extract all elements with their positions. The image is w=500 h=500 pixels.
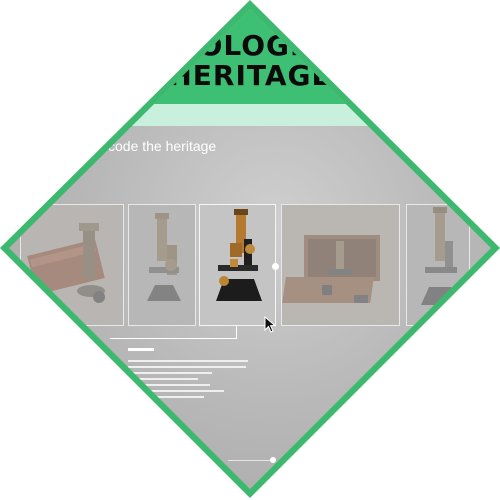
app-viewport: OLOGI HERITAGE code the heritage — [9, 9, 491, 489]
page-title-line2: HERITAGE — [168, 59, 332, 92]
selection-handle[interactable] — [272, 263, 279, 270]
page-title-line1: OLOGI — [198, 29, 302, 62]
section-subtitle: code the heritage — [108, 138, 217, 154]
mouse-cursor-icon — [264, 316, 277, 333]
microscope-case-icon — [282, 235, 380, 303]
brass-microscope-icon — [147, 213, 181, 301]
connector-line — [236, 326, 237, 338]
header: OLOGI HERITAGE — [9, 9, 491, 104]
carousel-item-1[interactable] — [20, 204, 124, 326]
carousel-item-2[interactable] — [128, 204, 196, 326]
connector-line-horizontal — [110, 338, 237, 339]
carousel-scroll-thumb[interactable] — [270, 457, 276, 463]
carousel-item-4[interactable] — [281, 204, 400, 326]
microscope-in-box-icon — [27, 223, 105, 303]
carousel-item-3-selected[interactable] — [199, 204, 276, 326]
black-brass-microscope-icon — [216, 209, 262, 301]
carousel-scroll-track[interactable] — [228, 460, 272, 461]
nav-bar — [9, 104, 491, 126]
